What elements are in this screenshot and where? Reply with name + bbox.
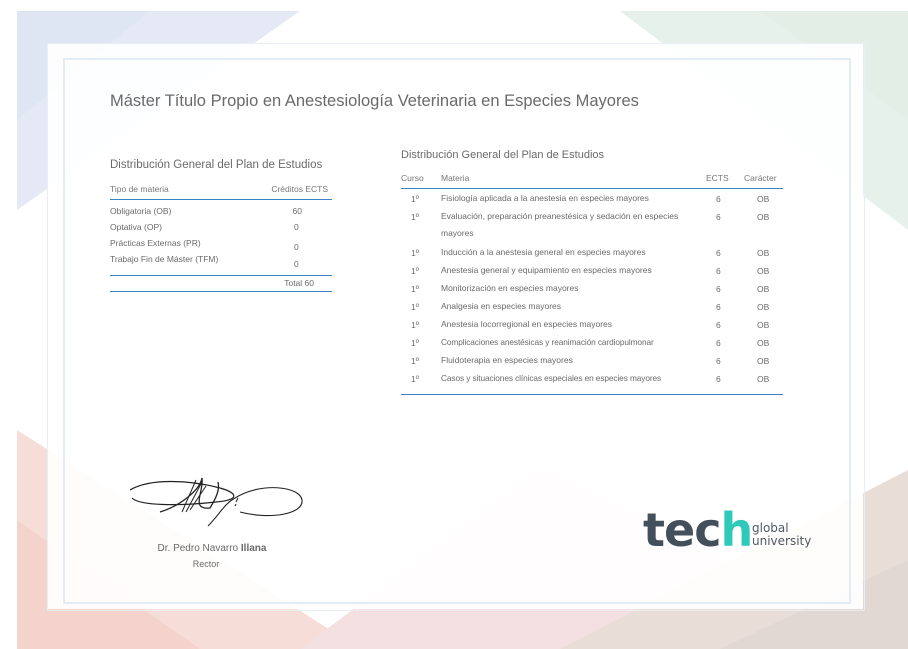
plan-table-header: Curso Materia ECTS Carácter	[401, 172, 783, 189]
summary-credits: 0	[294, 242, 299, 252]
certificate-page: Máster Título Propio en Anestesiología V…	[0, 0, 908, 649]
summary-credits: 60	[292, 206, 302, 216]
summary-type: Optativa (OP)	[110, 222, 162, 232]
plan-subject: Inducción a la anestesia general en espe…	[441, 247, 646, 257]
plan-course: 1º	[411, 356, 419, 366]
plan-course: 1º	[411, 194, 419, 204]
plan-type: OB	[757, 284, 770, 294]
summary-type: Trabajo Fin de Máster (TFM)	[110, 254, 219, 264]
plan-ects: 6	[716, 212, 721, 222]
plan-ects: 6	[716, 338, 721, 348]
plan-course: 1º	[411, 248, 419, 258]
plan-type: OB	[757, 266, 770, 276]
logo-sub-line2: university	[752, 534, 812, 548]
summary-table-header: Tipo de materia Créditos ECTS	[110, 183, 332, 200]
plan-table-title: Distribución General del Plan de Estudio…	[401, 149, 605, 161]
logo-text-accent: h	[720, 503, 753, 557]
signer-name-prefix: Dr. Pedro Navarro	[157, 543, 241, 554]
plan-ects: 6	[716, 248, 721, 258]
header-type: Carácter	[744, 173, 777, 183]
logo-subtitle: global university	[752, 522, 811, 548]
summary-total-row: Total 60	[110, 275, 332, 292]
plan-subject: Fisiología aplicada a la anestesia en es…	[441, 193, 649, 203]
plan-ects: 6	[716, 194, 721, 204]
plan-course: 1º	[411, 266, 419, 276]
plan-ects: 6	[716, 356, 721, 366]
plan-subject: Casos y situaciones clínicas especiales …	[441, 373, 662, 383]
signer-name-bold: Illana	[240, 543, 267, 554]
signer-role: Rector	[192, 559, 220, 569]
signer-name: Dr. Pedro Navarro Illana	[146, 543, 278, 554]
plan-type: OB	[757, 374, 770, 384]
plan-type: OB	[757, 356, 770, 366]
summary-table-title: Distribución General del Plan de Estudio…	[110, 159, 323, 171]
plan-type: OB	[757, 194, 770, 204]
plan-type: OB	[757, 212, 770, 222]
summary-row: Obligatoria (OB) 60	[110, 206, 332, 220]
summary-type: Obligatoria (OB)	[110, 206, 172, 216]
summary-credits: 0	[294, 222, 299, 232]
plan-ects: 6	[716, 320, 721, 330]
document-title: Máster Título Propio en Anestesiología V…	[110, 92, 639, 110]
summary-row: Optativa (OP) 0	[110, 222, 332, 236]
plan-ects: 6	[716, 266, 721, 276]
plan-ects: 6	[716, 284, 721, 294]
summary-credits: 0	[294, 259, 299, 269]
plan-course: 1º	[411, 320, 419, 330]
plan-type: OB	[757, 302, 770, 312]
plan-subject: Fluidoterapia en especies mayores	[441, 355, 573, 365]
header-ects: ECTS	[706, 173, 729, 183]
plan-course: 1º	[411, 212, 419, 222]
summary-type: Prácticas Externas (PR)	[110, 238, 201, 248]
header-subject: Materia	[441, 173, 470, 183]
summary-row: Trabajo Fin de Máster (TFM) 0	[110, 254, 332, 269]
plan-course: 1º	[411, 284, 419, 294]
plan-subject: Anestesia general y equipamiento en espe…	[441, 265, 652, 275]
plan-type: OB	[757, 248, 770, 258]
plan-subject: Monitorización en especies mayores	[441, 283, 579, 293]
plan-course: 1º	[411, 302, 419, 312]
header-type: Tipo de materia	[110, 184, 169, 194]
plan-subject: Anestesia locorregional en especies mayo…	[441, 319, 613, 329]
plan-course: 1º	[411, 338, 419, 348]
plan-ects: 6	[716, 374, 721, 384]
summary-total: Total 60	[284, 278, 314, 288]
summary-row: Prácticas Externas (PR) 0	[110, 238, 332, 252]
plan-type: OB	[757, 320, 770, 330]
logo-text-main: tec	[643, 503, 721, 557]
plan-subject: Analgesia en especies mayores	[441, 301, 562, 311]
plan-subject: Evaluación, preparación preanestésica y …	[441, 211, 679, 238]
plan-subject: Complicaciones anestésicas y reanimación…	[441, 337, 654, 347]
tech-logo: tech	[643, 503, 753, 557]
header-credits: Créditos ECTS	[271, 184, 328, 194]
plan-course: 1º	[411, 374, 419, 384]
plan-type: OB	[757, 338, 770, 348]
plan-table-bottom-rule	[401, 394, 783, 395]
header-course: Curso	[401, 173, 424, 183]
plan-ects: 6	[716, 302, 721, 312]
handwritten-signature	[129, 477, 303, 527]
